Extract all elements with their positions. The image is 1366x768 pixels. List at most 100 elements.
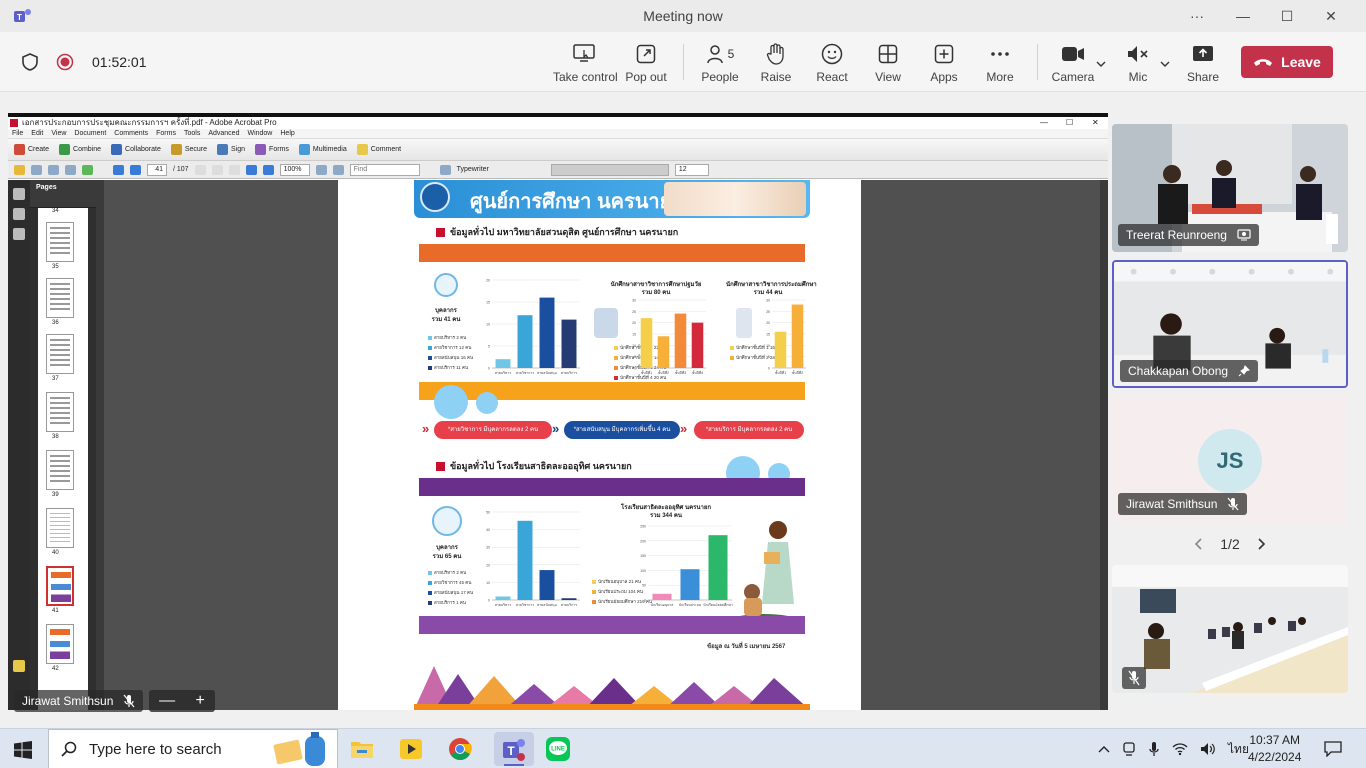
page-thumbnail-39[interactable] — [46, 450, 74, 490]
typewriter-icon[interactable] — [439, 164, 451, 175]
bookmarks-nav-icon[interactable] — [13, 208, 25, 220]
taskbar-search-box[interactable]: Type here to search — [48, 729, 338, 768]
participant-tile[interactable] — [1112, 565, 1348, 693]
participant-tile[interactable]: JS Jirawat Smithsun — [1112, 395, 1348, 523]
participant-tile[interactable]: Treerat Reunroeng — [1112, 124, 1348, 252]
open-folder-icon[interactable] — [14, 164, 25, 175]
zoom-out-icon[interactable] — [245, 164, 257, 175]
chevron-left-icon[interactable] — [1194, 538, 1204, 550]
mic-options-chevron-down-icon[interactable] — [1160, 60, 1170, 68]
acrobat-minimize-button[interactable]: — — [1040, 117, 1048, 129]
pages-panel-options[interactable] — [30, 196, 96, 208]
camera-options-chevron-down-icon[interactable] — [1096, 60, 1106, 68]
find-input[interactable]: Find — [349, 163, 420, 176]
thumbnail-list[interactable]: 34 35 36 37 38 39 40 41 42 — [38, 208, 88, 710]
taskbar-teams-active[interactable]: T — [494, 732, 534, 766]
menu-help[interactable]: Help — [280, 129, 294, 138]
menu-comments[interactable]: Comments — [114, 129, 148, 138]
participant-tile-active-speaker[interactable]: Chakkapan Obong — [1112, 260, 1348, 388]
menu-edit[interactable]: Edit — [31, 129, 43, 138]
minimize-button[interactable]: — — [1228, 6, 1258, 26]
speaker-icon[interactable] — [1200, 742, 1216, 756]
refresh-icon[interactable] — [82, 164, 93, 175]
task-forms-button[interactable]: Forms — [255, 144, 289, 155]
task-sign-button[interactable]: Sign — [217, 144, 245, 155]
shared-screen-acrobat-window[interactable]: เอกสารประกอบการประชุมคณะกรรมการฯ ครั้งที… — [8, 113, 1108, 710]
mic-button[interactable]: Mic — [1118, 42, 1158, 88]
menu-forms[interactable]: Forms — [156, 129, 176, 138]
people-button[interactable]: 5 People — [697, 42, 743, 88]
menu-tools[interactable]: Tools — [184, 129, 200, 138]
zoom-in-icon[interactable] — [262, 164, 274, 175]
pop-out-button[interactable]: Pop out — [623, 42, 669, 88]
save-icon[interactable] — [48, 164, 59, 175]
page-thumbnail-36[interactable] — [46, 278, 74, 318]
device-status-icon[interactable] — [1122, 741, 1136, 757]
taskbar-media-player[interactable] — [397, 735, 425, 763]
camera-button[interactable]: Camera — [1050, 42, 1096, 88]
close-button[interactable]: ✕ — [1316, 6, 1346, 26]
shield-icon[interactable] — [22, 53, 38, 71]
taskbar-clock[interactable]: 10:37 AM 4/22/2024 — [1248, 732, 1301, 766]
task-comment-button[interactable]: Comment — [356, 144, 401, 155]
chevron-up-icon[interactable] — [1098, 745, 1110, 753]
zoom-out-button[interactable]: — — [159, 692, 175, 710]
task-create-button[interactable]: Create — [14, 144, 49, 155]
take-control-button[interactable]: Take control — [553, 42, 618, 88]
menu-advanced[interactable]: Advanced — [208, 129, 239, 138]
page-thumbnail-41-selected[interactable] — [46, 566, 74, 606]
zoom-tool-icon[interactable] — [228, 164, 240, 175]
hand-tool-icon[interactable] — [211, 164, 223, 175]
page-up-icon[interactable] — [113, 164, 124, 175]
task-secure-button[interactable]: Secure — [170, 144, 207, 155]
zoom-level-input[interactable]: 100% — [279, 163, 310, 176]
email-icon[interactable] — [65, 164, 76, 175]
page-thumbnail-40[interactable] — [46, 508, 74, 548]
acrobat-close-button[interactable]: ✕ — [1092, 117, 1099, 129]
view-button[interactable]: View — [867, 42, 909, 88]
print-icon[interactable] — [31, 164, 42, 175]
input-language[interactable]: ไทย — [1228, 740, 1249, 759]
comments-nav-icon[interactable] — [13, 660, 25, 672]
menu-file[interactable]: File — [12, 129, 23, 138]
font-select[interactable] — [550, 163, 669, 176]
taskbar-chrome[interactable] — [446, 735, 474, 763]
font-size-select[interactable]: 12 — [674, 163, 709, 176]
chevron-right-icon[interactable] — [1256, 538, 1266, 550]
document-scrollbar[interactable] — [1100, 180, 1108, 710]
pages-panel-scrollbar[interactable] — [96, 180, 104, 710]
fit-page-icon[interactable] — [315, 164, 327, 175]
apps-button[interactable]: Apps — [923, 42, 965, 88]
fit-width-icon[interactable] — [332, 164, 344, 175]
wifi-icon[interactable] — [1172, 742, 1188, 756]
more-button[interactable]: More — [979, 42, 1021, 88]
microphone-icon[interactable] — [1148, 741, 1160, 757]
windows-start-icon[interactable] — [14, 741, 32, 759]
taskbar-file-explorer[interactable] — [348, 735, 376, 763]
task-multimedia-button[interactable]: Multimedia — [298, 144, 347, 155]
more-options-button[interactable]: ··· — [1182, 6, 1212, 26]
acrobat-maximize-button[interactable]: ☐ — [1066, 117, 1073, 129]
pages-nav-icon[interactable] — [13, 188, 25, 200]
menu-view[interactable]: View — [51, 129, 66, 138]
react-button[interactable]: React — [811, 42, 853, 88]
page-number-input[interactable]: 41 — [147, 163, 167, 176]
page-thumbnail-37[interactable] — [46, 334, 74, 374]
share-button[interactable]: Share — [1182, 42, 1224, 88]
page-thumbnail-38[interactable] — [46, 392, 74, 432]
menu-document[interactable]: Document — [74, 129, 106, 138]
signatures-nav-icon[interactable] — [13, 228, 25, 240]
page-thumbnail-35[interactable] — [46, 222, 74, 262]
zoom-in-button[interactable]: + — [195, 692, 204, 710]
taskbar-line[interactable]: LINE — [544, 735, 572, 763]
task-combine-button[interactable]: Combine — [59, 144, 101, 155]
select-tool-icon[interactable] — [194, 164, 206, 175]
notifications-icon[interactable] — [1324, 741, 1342, 757]
menu-window[interactable]: Window — [247, 129, 272, 138]
leave-button[interactable]: Leave — [1241, 46, 1333, 78]
typewriter-label[interactable]: Typewriter — [457, 166, 489, 173]
page-down-icon[interactable] — [130, 164, 141, 175]
maximize-button[interactable]: ☐ — [1272, 6, 1302, 26]
task-collaborate-button[interactable]: Collaborate — [111, 144, 161, 155]
page-thumbnail-42[interactable] — [46, 624, 74, 664]
